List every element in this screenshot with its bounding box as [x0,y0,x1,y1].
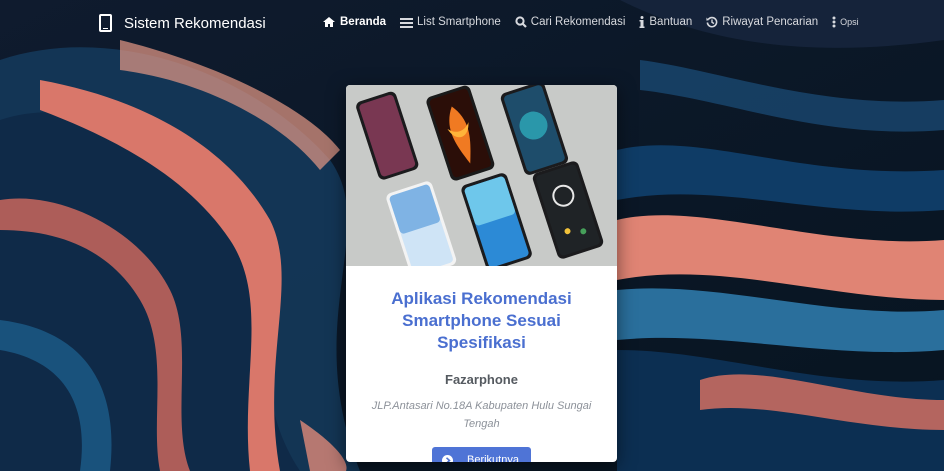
card-title: Aplikasi Rekomendasi Smartphone Sesuai S… [391,289,572,352]
card-subtitle: Fazarphone [445,372,518,387]
next-button[interactable]: Berikutnya [432,447,531,462]
nav-item-label: Opsi [840,17,859,27]
nav-item-label: List Smartphone [417,16,501,28]
nav-item-opsi[interactable]: Opsi [832,16,859,28]
nav-item-label: Bantuan [649,16,693,28]
brand-link[interactable]: Sistem Rekomendasi [99,14,266,32]
nav-item-bantuan[interactable]: Bantuan [639,16,692,28]
card-address: JLP.Antasari No.18A Kabupaten Hulu Sunga… [371,400,592,430]
nav-item-label: Beranda [340,16,387,28]
home-icon [322,16,336,28]
nav-menu: Beranda List Smartphone Cari Rekomendasi… [322,16,873,28]
more-vertical-icon [832,16,836,28]
chevron-right-circle-icon [442,454,453,462]
history-icon [706,16,718,28]
next-button-label: Berikutnya [467,454,519,462]
info-icon [639,16,645,28]
nav-item-beranda[interactable]: Beranda [322,16,386,28]
list-icon [400,17,414,28]
nav-item-label: Cari Rekomendasi [530,16,626,28]
intro-card: Aplikasi Rekomendasi Smartphone Sesuai S… [346,85,617,462]
card-body: Aplikasi Rekomendasi Smartphone Sesuai S… [346,266,617,462]
search-icon [515,16,527,28]
brand-label: Sistem Rekomendasi [124,14,266,32]
nav-item-riwayat-pencarian[interactable]: Riwayat Pencarian [706,16,818,28]
nav-item-label: Riwayat Pencarian [722,16,819,28]
mobile-phone-icon [99,14,112,32]
navbar: Sistem Rekomendasi Beranda List Smartpho… [0,0,944,50]
nav-item-list-smartphone[interactable]: List Smartphone [400,16,501,28]
smartphones-photo [346,85,617,266]
nav-item-cari-rekomendasi[interactable]: Cari Rekomendasi [515,16,626,28]
